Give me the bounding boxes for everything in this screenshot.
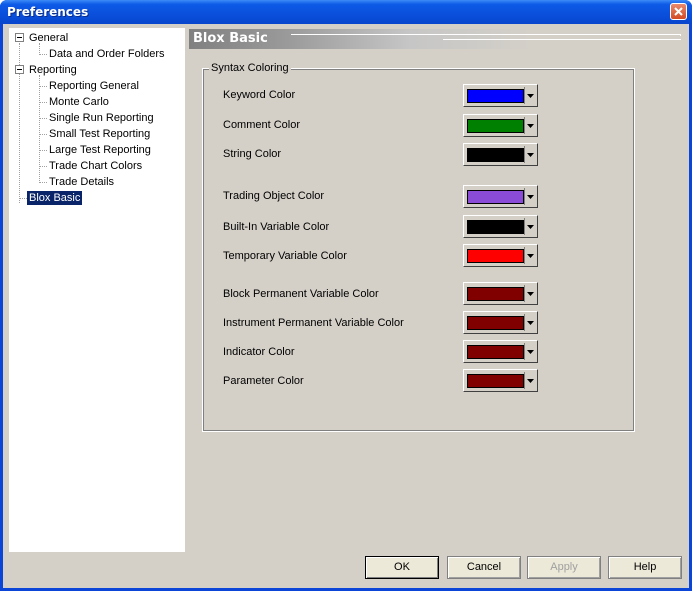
cancel-button[interactable]: Cancel [447,556,521,579]
tree-item-label: Blox Basic [27,191,83,205]
keyword-color-label: Keyword Color [223,89,296,101]
dropdown-arrow-icon [524,343,535,360]
color-swatch [467,345,524,359]
window-title: Preferences [7,5,89,19]
header-decoration [443,39,681,40]
tree-connector [39,54,47,55]
parameter-color-label: Parameter Color [223,375,304,387]
tree-item-label: General [29,32,69,44]
parameter-color-picker[interactable] [463,369,538,392]
tree-item-single-run-reporting[interactable]: Single Run Reporting [47,111,156,126]
tree-item-label: Small Test Reporting [49,128,151,140]
built-in-variable-color-picker[interactable] [463,215,538,238]
apply-button[interactable]: Apply [527,556,601,579]
panel-title: Blox Basic [193,31,268,46]
tree-item-label: Trade Chart Colors [49,160,143,172]
dropdown-arrow-icon [524,87,535,104]
tree-connector [39,86,47,87]
tree-item-label: Reporting General [49,80,139,92]
tree-connector [39,134,47,135]
ok-button[interactable]: OK [365,556,439,579]
tree-connector [39,118,47,119]
header-decoration [291,34,681,36]
comment-color-picker[interactable] [463,114,538,137]
preferences-tree[interactable]: General Data and Order Folders Reporting… [9,28,185,552]
tree-item-data-and-order-folders[interactable]: Data and Order Folders [47,47,167,62]
tree-item-small-test-reporting[interactable]: Small Test Reporting [47,127,152,142]
trading-object-color-label: Trading Object Color [223,190,325,202]
color-swatch [467,316,524,330]
dropdown-arrow-icon [524,285,535,302]
tree-item-large-test-reporting[interactable]: Large Test Reporting [47,143,153,158]
dropdown-arrow-icon [524,247,535,264]
dropdown-arrow-icon [524,314,535,331]
dropdown-arrow-icon [524,117,535,134]
dialog-client: General Data and Order Folders Reporting… [3,24,689,588]
string-color-label: String Color [223,148,282,160]
color-swatch [467,148,524,162]
dropdown-arrow-icon [524,218,535,235]
tree-item-label: Reporting [29,64,77,76]
collapse-icon[interactable] [15,33,24,42]
tree-item-label: Monte Carlo [49,96,109,108]
tree-item-label: Large Test Reporting [49,144,151,156]
trading-object-color-picker[interactable] [463,185,538,208]
group-title: Syntax Coloring [209,62,291,74]
tree-item-label: Single Run Reporting [49,112,154,124]
dropdown-arrow-icon [524,372,535,389]
color-swatch [467,287,524,301]
close-button[interactable] [670,3,687,20]
tree-item-reporting[interactable]: Reporting [27,63,79,78]
tree-item-trade-details[interactable]: Trade Details [47,175,116,190]
color-swatch [467,119,524,133]
close-icon [674,7,683,16]
indicator-color-picker[interactable] [463,340,538,363]
tree-connector [39,166,47,167]
preferences-window: Preferences General Data and Order Folde… [0,0,692,591]
dropdown-arrow-icon [524,146,535,163]
color-swatch [467,220,524,234]
temporary-variable-color-picker[interactable] [463,244,538,267]
built-in-variable-color-label: Built-In Variable Color [223,221,330,233]
comment-color-label: Comment Color [223,119,301,131]
dropdown-arrow-icon [524,188,535,205]
color-swatch [467,374,524,388]
tree-connector [39,182,47,183]
block-permanent-variable-color-label: Block Permanent Variable Color [223,288,379,300]
tree-item-trade-chart-colors[interactable]: Trade Chart Colors [47,159,144,174]
title-bar[interactable]: Preferences [0,0,692,24]
tree-connector [39,102,47,103]
color-swatch [467,249,524,263]
keyword-color-picker[interactable] [463,84,538,107]
temporary-variable-color-label: Temporary Variable Color [223,250,347,262]
collapse-icon[interactable] [15,65,24,74]
instrument-permanent-variable-color-label: Instrument Permanent Variable Color [223,317,404,329]
syntax-coloring-group: Syntax Coloring Keyword Color Comment Co… [202,62,635,432]
indicator-color-label: Indicator Color [223,346,295,358]
tree-item-general[interactable]: General [27,31,70,46]
tree-item-monte-carlo[interactable]: Monte Carlo [47,95,111,110]
tree-item-reporting-general[interactable]: Reporting General [47,79,141,94]
color-swatch [467,190,524,204]
tree-connector [39,150,47,151]
help-button[interactable]: Help [608,556,682,579]
instrument-permanent-variable-color-picker[interactable] [463,311,538,334]
tree-item-label: Data and Order Folders [49,48,165,60]
string-color-picker[interactable] [463,143,538,166]
color-swatch [467,89,524,103]
tree-item-blox-basic[interactable]: Blox Basic [27,191,83,206]
block-permanent-variable-color-picker[interactable] [463,282,538,305]
tree-item-label: Trade Details [49,176,115,188]
